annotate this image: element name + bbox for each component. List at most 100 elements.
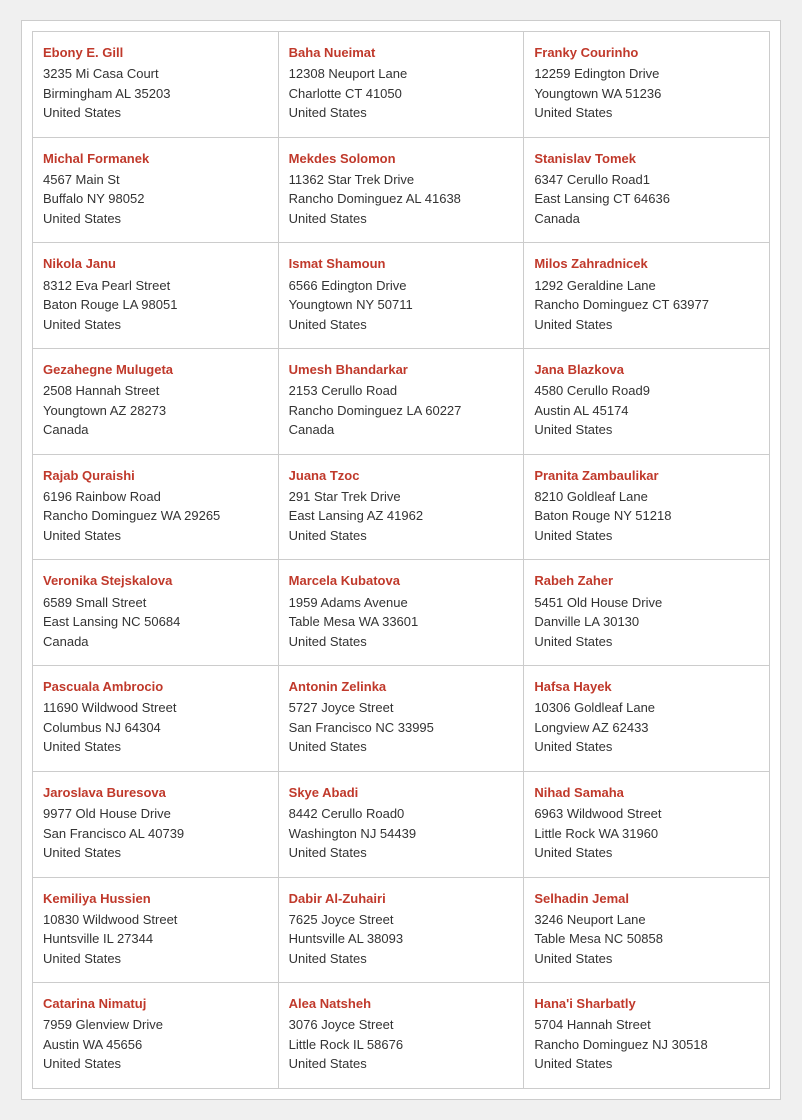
address-line3: United States <box>534 103 759 123</box>
person-address: 7625 Joyce StreetHuntsville AL 38093Unit… <box>289 910 514 969</box>
person-address: 12308 Neuport LaneCharlotte CT 41050Unit… <box>289 64 514 123</box>
address-cell: Hafsa Hayek 10306 Goldleaf LaneLongview A… <box>524 666 770 772</box>
person-name: Michal Formanek <box>43 150 268 168</box>
person-name: Veronika Stejskalova <box>43 572 268 590</box>
address-cell: Mekdes Solomon11362 Star Trek DriveRanch… <box>279 138 525 244</box>
person-name: Stanislav Tomek <box>534 150 759 168</box>
address-line1: 3235 Mi Casa Court <box>43 64 268 84</box>
person-address: 10830 Wildwood StreetHuntsville IL 27344… <box>43 910 268 969</box>
person-name: Kemiliya Hussien <box>43 890 268 908</box>
address-line1: 8442 Cerullo Road0 <box>289 804 514 824</box>
address-line2: Austin AL 45174 <box>534 401 759 421</box>
person-name: Marcela Kubatova <box>289 572 514 590</box>
address-line1: 10306 Goldleaf Lane <box>534 698 759 718</box>
address-line2: Huntsville IL 27344 <box>43 929 268 949</box>
person-address: 11362 Star Trek DriveRancho Dominguez AL… <box>289 170 514 229</box>
address-line2: East Lansing CT 64636 <box>534 189 759 209</box>
address-line2: Little Rock WA 31960 <box>534 824 759 844</box>
address-line2: Table Mesa NC 50858 <box>534 929 759 949</box>
address-cell: Ebony E. Gill3235 Mi Casa CourtBirmingha… <box>33 32 279 138</box>
address-line1: 6963 Wildwood Street <box>534 804 759 824</box>
address-line3: United States <box>534 632 759 652</box>
person-name: Catarina Nimatuj <box>43 995 268 1013</box>
address-line3: United States <box>43 843 268 863</box>
person-address: 6566 Edington DriveYoungtown NY 50711Uni… <box>289 276 514 335</box>
person-address: 10306 Goldleaf LaneLongview AZ 62433Unit… <box>534 698 759 757</box>
address-grid: Ebony E. Gill3235 Mi Casa CourtBirmingha… <box>32 31 770 1089</box>
address-line2: Rancho Dominguez WA 29265 <box>43 506 268 526</box>
person-address: 4580 Cerullo Road9Austin AL 45174United … <box>534 381 759 440</box>
person-address: 6347 Cerullo Road1East Lansing CT 64636C… <box>534 170 759 229</box>
address-line3: Canada <box>289 420 514 440</box>
address-cell: Antonin Zelinka5727 Joyce StreetSan Fran… <box>279 666 525 772</box>
address-line2: Huntsville AL 38093 <box>289 929 514 949</box>
address-line2: East Lansing AZ 41962 <box>289 506 514 526</box>
person-address: 2153 Cerullo RoadRancho Dominguez LA 602… <box>289 381 514 440</box>
address-line3: United States <box>43 949 268 969</box>
address-cell: Nikola Janu8312 Eva Pearl StreetBaton Ro… <box>33 243 279 349</box>
address-line1: 8312 Eva Pearl Street <box>43 276 268 296</box>
address-cell: Marcela Kubatova 1959 Adams AvenueTable M… <box>279 560 525 666</box>
address-line2: Danville LA 30130 <box>534 612 759 632</box>
address-cell: Baha Nueimat12308 Neuport LaneCharlotte … <box>279 32 525 138</box>
person-name: Rajab Quraishi <box>43 467 268 485</box>
address-line2: Youngtown NY 50711 <box>289 295 514 315</box>
address-line2: Columbus NJ 64304 <box>43 718 268 738</box>
person-address: 12259 Edington DriveYoungtown WA 51236Un… <box>534 64 759 123</box>
person-name: Jaroslava Buresova <box>43 784 268 802</box>
address-cell: Gezahegne Mulugeta2508 Hannah StreetYoun… <box>33 349 279 455</box>
address-line3: United States <box>289 526 514 546</box>
person-name: Pascuala Ambrocio <box>43 678 268 696</box>
person-address: 6963 Wildwood StreetLittle Rock WA 31960… <box>534 804 759 863</box>
address-line1: 1959 Adams Avenue <box>289 593 514 613</box>
address-line1: 6589 Small Street <box>43 593 268 613</box>
address-line2: Washington NJ 54439 <box>289 824 514 844</box>
address-line3: United States <box>289 632 514 652</box>
address-line3: United States <box>534 949 759 969</box>
address-line1: 4567 Main St <box>43 170 268 190</box>
address-line1: 7959 Glenview Drive <box>43 1015 268 1035</box>
address-line1: 10830 Wildwood Street <box>43 910 268 930</box>
address-line3: United States <box>43 103 268 123</box>
address-line3: United States <box>534 315 759 335</box>
address-line2: Rancho Dominguez CT 63977 <box>534 295 759 315</box>
address-line1: 1292 Geraldine Lane <box>534 276 759 296</box>
address-line2: Little Rock IL 58676 <box>289 1035 514 1055</box>
address-line1: 4580 Cerullo Road9 <box>534 381 759 401</box>
person-name: Dabir Al-Zuhairi <box>289 890 514 908</box>
address-cell: Jaroslava Buresova9977 Old House DriveSa… <box>33 772 279 878</box>
address-line3: Canada <box>534 209 759 229</box>
person-name: Hafsa Hayek <box>534 678 759 696</box>
address-line2: Charlotte CT 41050 <box>289 84 514 104</box>
address-line3: United States <box>534 420 759 440</box>
address-cell: Rabeh Zaher5451 Old House DriveDanville … <box>524 560 770 666</box>
page-container: Ebony E. Gill3235 Mi Casa CourtBirmingha… <box>21 20 781 1100</box>
person-address: 8442 Cerullo Road0Washington NJ 54439Uni… <box>289 804 514 863</box>
person-name: Ebony E. Gill <box>43 44 268 62</box>
person-name: Franky Courinho <box>534 44 759 62</box>
address-line3: United States <box>43 526 268 546</box>
address-line3: United States <box>534 843 759 863</box>
address-cell: Veronika Stejskalova6589 Small StreetEas… <box>33 560 279 666</box>
address-line1: 11690 Wildwood Street <box>43 698 268 718</box>
person-address: 1292 Geraldine LaneRancho Dominguez CT 6… <box>534 276 759 335</box>
person-address: 5704 Hannah StreetRancho Dominguez NJ 30… <box>534 1015 759 1074</box>
address-cell: Pascuala Ambrocio 11690 Wildwood StreetCo… <box>33 666 279 772</box>
address-line3: United States <box>289 843 514 863</box>
address-cell: Milos Zahradnicek1292 Geraldine LaneRanc… <box>524 243 770 349</box>
person-name: Pranita Zambaulikar <box>534 467 759 485</box>
address-line2: Youngtown WA 51236 <box>534 84 759 104</box>
person-name: Ismat Shamoun <box>289 255 514 273</box>
address-cell: Alea Natsheh3076 Joyce StreetLittle Rock… <box>279 983 525 1089</box>
address-line3: United States <box>289 737 514 757</box>
address-line1: 3076 Joyce Street <box>289 1015 514 1035</box>
address-line2: Austin WA 45656 <box>43 1035 268 1055</box>
address-line1: 2153 Cerullo Road <box>289 381 514 401</box>
address-line1: 12308 Neuport Lane <box>289 64 514 84</box>
address-line2: Table Mesa WA 33601 <box>289 612 514 632</box>
person-address: 2508 Hannah StreetYoungtown AZ 28273Cana… <box>43 381 268 440</box>
person-name: Nihad Samaha <box>534 784 759 802</box>
person-name: Juana Tzoc <box>289 467 514 485</box>
address-line3: United States <box>43 737 268 757</box>
address-line3: Canada <box>43 420 268 440</box>
